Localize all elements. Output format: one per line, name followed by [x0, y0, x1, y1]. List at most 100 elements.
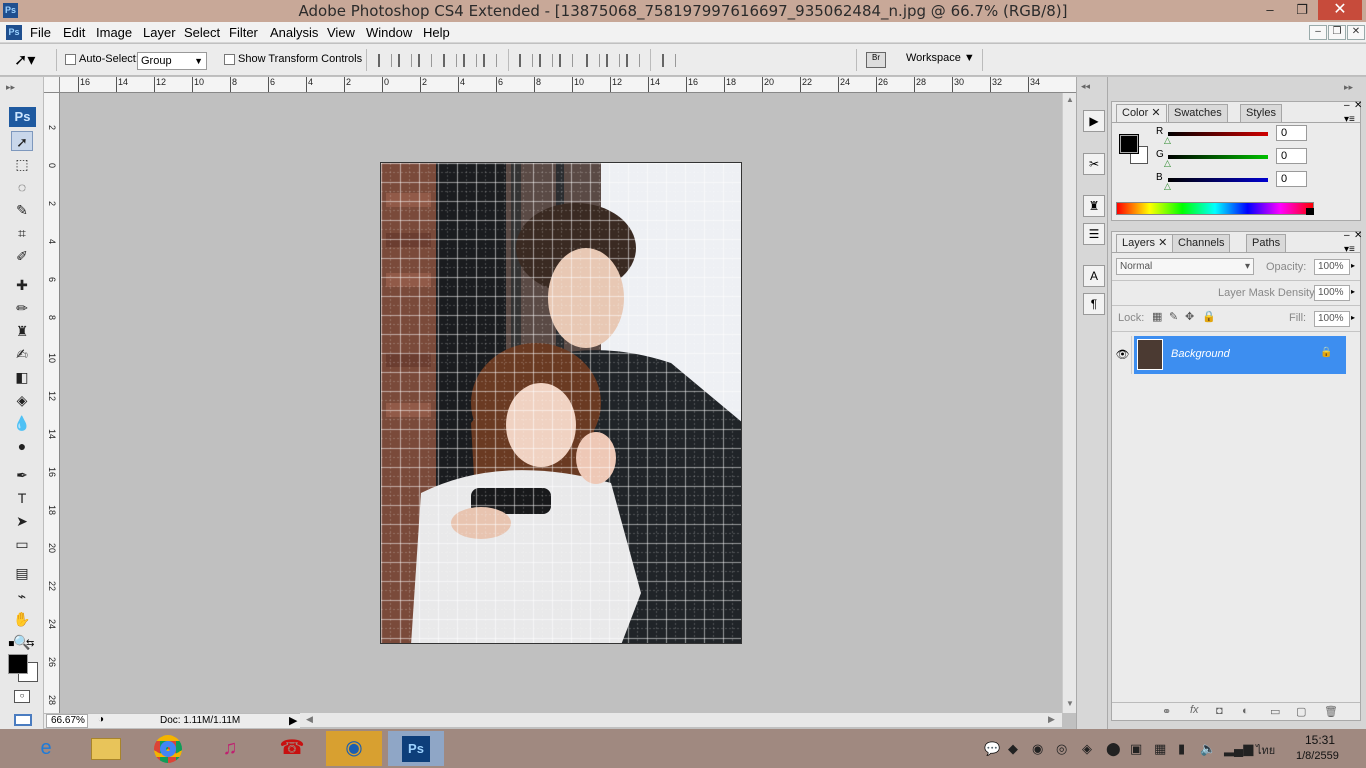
tray-security-icon[interactable]: ⬤: [1106, 741, 1121, 757]
menu-image[interactable]: Image: [96, 25, 132, 40]
doc-minimize-button[interactable]: –: [1309, 25, 1327, 40]
itunes-icon[interactable]: ♫: [202, 731, 258, 766]
tray-language[interactable]: ไทย: [1256, 741, 1275, 759]
tray-signal-icon[interactable]: ▂▄▆: [1224, 741, 1253, 757]
collapse-dock-icon[interactable]: ◂◂: [1081, 81, 1090, 92]
tab-channels[interactable]: Channels: [1172, 234, 1231, 252]
layer-name[interactable]: Background: [1171, 348, 1230, 360]
file-explorer-icon[interactable]: [78, 731, 134, 766]
align-bottom-icon[interactable]: [418, 54, 432, 67]
eyedropper-tool[interactable]: ⌁: [11, 586, 33, 606]
slider-handle-icon[interactable]: △: [1164, 158, 1171, 169]
distribute-bottom-icon[interactable]: [559, 54, 573, 67]
new-layer-icon[interactable]: ▢: [1296, 705, 1306, 718]
tab-styles[interactable]: Styles: [1240, 104, 1282, 122]
channel-value-field[interactable]: 0: [1276, 171, 1307, 187]
align-top-icon[interactable]: [378, 54, 392, 67]
tray-clock-date[interactable]: 1/8/2559: [1296, 750, 1339, 762]
panel-menu-icon[interactable]: ▾≡: [1344, 244, 1355, 255]
photoshop-icon[interactable]: Ps: [388, 731, 444, 766]
internet-explorer-icon[interactable]: e: [18, 731, 74, 766]
distribute-vcenter-icon[interactable]: [539, 54, 553, 67]
panel-close-icon[interactable]: ✕: [1354, 100, 1362, 111]
tray-green-icon[interactable]: ◉: [1032, 741, 1043, 757]
align-hcenter-icon[interactable]: [463, 54, 477, 67]
distribute-top-icon[interactable]: [519, 54, 533, 67]
vertical-scrollbar[interactable]: ▲ ▼: [1062, 93, 1076, 713]
menu-edit[interactable]: Edit: [63, 25, 85, 40]
menu-select[interactable]: Select: [184, 25, 220, 40]
doc-close-button[interactable]: ✕: [1347, 25, 1365, 40]
pen-tool[interactable]: ✒: [11, 465, 33, 485]
channel-value-field[interactable]: 0: [1276, 148, 1307, 164]
opacity-field[interactable]: 100%: [1314, 259, 1350, 275]
close-button[interactable]: ✕: [1318, 0, 1362, 20]
scroll-up-icon[interactable]: ▲: [1066, 95, 1074, 104]
app-orange-icon[interactable]: ◉: [326, 731, 382, 766]
align-right-icon[interactable]: [483, 54, 497, 67]
clone-source-icon[interactable]: ♜: [1083, 195, 1105, 217]
tab-swatches[interactable]: Swatches: [1168, 104, 1228, 122]
mask-density-field[interactable]: 100%: [1314, 285, 1350, 301]
minimize-button[interactable]: –: [1256, 0, 1284, 20]
collapse-panels-icon[interactable]: ▸▸: [1344, 82, 1353, 93]
spectrum-black-patch[interactable]: [1306, 208, 1314, 215]
history-brush-tool[interactable]: ✍: [11, 344, 33, 364]
brush-tool[interactable]: ✏: [11, 298, 33, 318]
hand-tool[interactable]: ✋: [11, 609, 33, 629]
channel-slider[interactable]: [1168, 178, 1268, 182]
color-foreground-swatch[interactable]: [1119, 134, 1139, 154]
bridge-icon[interactable]: Br: [866, 52, 886, 68]
mask-density-arrow-icon[interactable]: ▸: [1351, 287, 1355, 296]
lock-position-icon[interactable]: ✥: [1185, 310, 1194, 323]
add-mask-icon[interactable]: ◘: [1216, 705, 1223, 717]
panel-menu-icon[interactable]: ▾≡: [1344, 114, 1355, 125]
tray-app-icon[interactable]: ◆: [1008, 741, 1018, 757]
fill-field[interactable]: 100%: [1314, 311, 1350, 327]
history-panel-icon[interactable]: ☰: [1083, 223, 1105, 245]
layer-visibility-eye-icon[interactable]: 👁: [1114, 336, 1132, 374]
align-left-icon[interactable]: [443, 54, 457, 67]
opacity-arrow-icon[interactable]: ▸: [1351, 261, 1355, 270]
tray-monitor-icon[interactable]: ▣: [1130, 741, 1142, 757]
menu-layer[interactable]: Layer: [143, 25, 176, 40]
doc-restore-button[interactable]: ❐: [1328, 25, 1346, 40]
menu-help[interactable]: Help: [423, 25, 450, 40]
swap-colors-icon[interactable]: ⇆: [26, 638, 34, 649]
path-selection-tool[interactable]: ➤: [11, 511, 33, 531]
lock-all-icon[interactable]: 🔒: [1202, 310, 1216, 323]
new-group-icon[interactable]: ▭: [1270, 705, 1280, 718]
crop-tool[interactable]: ⌗: [11, 223, 33, 243]
dodge-tool[interactable]: ●: [11, 436, 33, 456]
distribute-hcenter-icon[interactable]: [606, 54, 620, 67]
horizontal-scrollbar[interactable]: ◀ ▶: [300, 713, 1062, 727]
layer-row-background[interactable]: Background 🔒: [1134, 336, 1346, 374]
eraser-tool[interactable]: ◧: [11, 367, 33, 387]
slice-tool[interactable]: ✐: [11, 246, 33, 266]
ruler-origin[interactable]: [44, 77, 60, 93]
panel-minimize-icon[interactable]: –: [1344, 100, 1350, 111]
quick-selection-tool[interactable]: ✎: [11, 200, 33, 220]
align-vcenter-icon[interactable]: [398, 54, 412, 67]
scroll-down-icon[interactable]: ▼: [1066, 699, 1074, 708]
tab-color[interactable]: Color ✕: [1116, 104, 1167, 122]
lock-transparent-icon[interactable]: ▦: [1152, 310, 1162, 323]
menu-analysis[interactable]: Analysis: [270, 25, 318, 40]
move-tool[interactable]: ➚: [11, 131, 33, 151]
tray-battery-icon[interactable]: ▮: [1178, 741, 1185, 757]
status-menu-arrow-icon[interactable]: ▶: [289, 714, 297, 727]
fill-arrow-icon[interactable]: ▸: [1351, 313, 1355, 322]
tray-chat-icon[interactable]: 💬: [984, 741, 1000, 757]
auto-select-checkbox[interactable]: [65, 54, 76, 65]
color-spectrum-bar[interactable]: [1116, 202, 1314, 215]
document-image[interactable]: [380, 162, 742, 644]
tab-paths[interactable]: Paths: [1246, 234, 1287, 252]
type-tool[interactable]: T: [11, 488, 33, 508]
menu-window[interactable]: Window: [366, 25, 412, 40]
panel-close-icon[interactable]: ✕: [1354, 230, 1362, 241]
healing-brush-tool[interactable]: ✚: [11, 275, 33, 295]
collapse-arrows-icon[interactable]: ▸▸: [6, 82, 15, 93]
foreground-color-swatch[interactable]: [8, 654, 28, 674]
tray-clock-time[interactable]: 15:31: [1305, 733, 1335, 747]
tab-layers[interactable]: Layers ✕: [1116, 234, 1174, 252]
